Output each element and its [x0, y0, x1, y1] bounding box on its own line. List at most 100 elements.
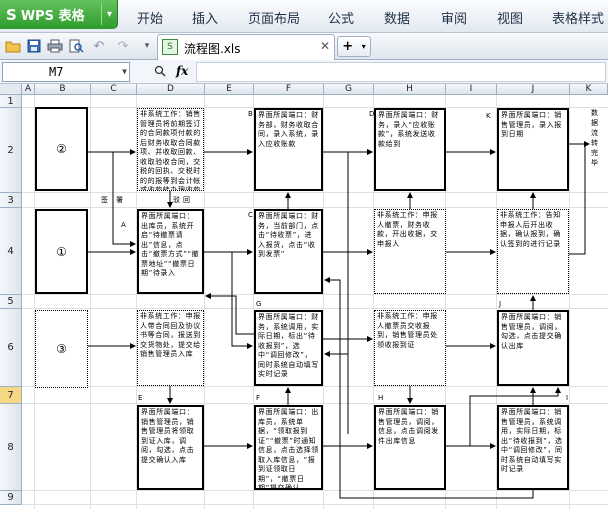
node-label-e: E: [138, 394, 143, 402]
menu-table-style[interactable]: 表格样式: [552, 8, 604, 27]
open-folder-icon[interactable]: [4, 37, 22, 55]
menu-formulas[interactable]: 公式: [328, 8, 354, 27]
reject-label: 回: [183, 196, 190, 204]
flow-box-j6[interactable]: 界面所属端口：销售管理员，调阅，勾选，点击提交确认出库: [497, 310, 569, 386]
document-title: 流程图.xls: [184, 42, 241, 56]
node-label-a: A: [121, 221, 126, 229]
chevron-down-icon[interactable]: ▾: [362, 42, 366, 51]
flow-end-text: 数据流转完毕: [591, 109, 599, 167]
gridline: [22, 504, 608, 505]
more-icon[interactable]: ▾: [138, 37, 156, 55]
menu-page-layout[interactable]: 页面布局: [248, 8, 300, 27]
gridline: [204, 95, 205, 509]
flow-box-h8[interactable]: 界面所属端口：销售管理员，调阅，信息，点击调阅发件出库信息: [374, 405, 446, 490]
gridline: [90, 95, 91, 509]
app-menu-button[interactable]: S WPS 表格 ▾: [0, 0, 118, 29]
flow-box-d4[interactable]: 界面所属端口：出库员，系统开启“待撤票请出”信息，点击“撤票方式”“撤票地址”“…: [137, 209, 204, 294]
flow-box-f6[interactable]: 界面所属端口：财务，系统调用，实际日期，标出“待收报到”，选中“调回修改”，同时…: [254, 310, 323, 386]
flow-box-j4[interactable]: 非系统工作：告知申报人后开出收据，确认报到，确认签到的进行记录: [497, 209, 569, 294]
node-label-d: D: [369, 110, 375, 118]
formula-input[interactable]: [196, 62, 606, 82]
column-header-b[interactable]: B: [35, 84, 91, 95]
redo-icon[interactable]: ↷: [114, 37, 132, 55]
flow-box-f2[interactable]: 界面所属端口：财务部，财务收取合同，录入系统，录入应收账款: [254, 108, 323, 191]
menu-review[interactable]: 审阅: [441, 8, 467, 27]
node-label-f: F: [256, 394, 261, 402]
gridline: [22, 386, 608, 387]
row-header-8[interactable]: 8: [0, 404, 22, 491]
node-label-k: K: [486, 112, 491, 120]
undo-icon[interactable]: ↶: [90, 37, 108, 55]
flow-box-d2[interactable]: 非系统工作：销售管理员将前期签订的合同款项付款的后财务收取合同款项、并收取回款、…: [137, 108, 204, 191]
save-icon[interactable]: [25, 37, 43, 55]
column-header-k[interactable]: K: [570, 84, 608, 95]
flow-box-h2[interactable]: 界面所属端口：财务，录入“应收账款”，系统发送收款给到: [374, 108, 446, 191]
node-label-j: J: [499, 300, 502, 308]
flow-box-d8[interactable]: 界面所属端口：销售管理员，销售管理员将领取到证入库，调阅，勾选，点击提交确认入库: [137, 405, 204, 490]
column-header-d[interactable]: D: [137, 84, 205, 95]
flow-box-h6[interactable]: 非系统工作：申报人撤票员交收报到，销售管理员处领收报到证: [374, 310, 446, 386]
spreadsheet-grid[interactable]: A B C D E F G H I J K 1 2 3 4 5 6 7 8 9 …: [0, 84, 608, 509]
flow-box-f8[interactable]: 界面所属端口：出库员，系统单据，“领取报到证”“撤票”时通知信息，点击选择领取入…: [254, 405, 323, 490]
column-header-j[interactable]: J: [497, 84, 570, 95]
document-tab[interactable]: S 流程图.xls ✕: [157, 34, 335, 60]
column-header-f[interactable]: F: [254, 84, 324, 95]
flow-box-j8[interactable]: 界面所属端口：销售管理员，系统调用，实际日期，标出“待收报到”，选中“调回修改”…: [497, 405, 569, 490]
row-header-1[interactable]: 1: [0, 95, 22, 108]
row-header-6[interactable]: 6: [0, 309, 22, 387]
gridline: [323, 95, 324, 509]
menu-insert[interactable]: 插入: [192, 8, 218, 27]
gridline: [22, 294, 608, 295]
flow-box-f4[interactable]: 界面所属端口：财务，当前部门，点击“待收票”，进入报货，点击“收到发票”: [254, 209, 323, 294]
gridline: [22, 192, 608, 193]
row-header-4[interactable]: 4: [0, 208, 22, 295]
chevron-down-icon[interactable]: ▼: [122, 63, 127, 81]
menu-view[interactable]: 视图: [497, 8, 523, 27]
cell-reference: M7: [49, 65, 64, 79]
role-box-3[interactable]: ③: [35, 310, 88, 388]
column-header-i[interactable]: I: [446, 84, 497, 95]
row-header-2[interactable]: 2: [0, 108, 22, 193]
row-header-7[interactable]: 7: [0, 387, 22, 404]
flow-box-h4[interactable]: 非系统工作：申报人撤票，财务收款，开出收据，交申报人: [374, 209, 446, 294]
gridline: [22, 490, 608, 491]
select-all-corner[interactable]: [0, 84, 22, 95]
column-header-e[interactable]: E: [205, 84, 254, 95]
role-box-2[interactable]: ②: [35, 107, 88, 191]
quick-access-toolbar: ↶ ↷ ▾ S 流程图.xls ✕ + ▾: [0, 33, 608, 60]
row-header-3[interactable]: 3: [0, 193, 22, 208]
role-box-1[interactable]: ①: [35, 209, 88, 294]
node-label-g: G: [256, 300, 262, 308]
new-tab-button[interactable]: + ▾: [337, 36, 371, 57]
node-label-c: C: [248, 211, 253, 219]
plus-icon: +: [342, 39, 354, 54]
column-header-g[interactable]: G: [324, 84, 374, 95]
menu-data[interactable]: 数据: [384, 8, 410, 27]
approve-label: 署: [116, 196, 123, 204]
node-label-h: H: [378, 394, 384, 402]
spreadsheet-file-icon: S: [162, 39, 178, 55]
gridline: [22, 207, 608, 208]
row-header-9[interactable]: 9: [0, 491, 22, 505]
column-header-h[interactable]: H: [374, 84, 446, 95]
formula-bar: M7 ▼ fx: [0, 60, 608, 84]
flow-box-d6[interactable]: 非系统工作：申报人带合同回及协议书等合同，报送到交货物处，提交给销售管理员入库: [137, 310, 204, 386]
row-header-5[interactable]: 5: [0, 295, 22, 309]
reject-label: 驳: [173, 196, 180, 204]
close-icon[interactable]: ✕: [320, 39, 330, 53]
name-box[interactable]: M7 ▼: [2, 62, 130, 82]
app-name: WPS 表格: [20, 9, 85, 24]
wps-logo-icon: S: [6, 5, 17, 24]
chevron-down-icon[interactable]: ▾: [101, 3, 117, 25]
flow-box-j2[interactable]: 界面所属端口：销售管理员，录入报到日期: [497, 108, 569, 191]
gridline: [569, 95, 570, 509]
print-preview-icon[interactable]: [67, 37, 85, 55]
column-header-c[interactable]: C: [91, 84, 137, 95]
column-header-a[interactable]: A: [22, 84, 35, 95]
gridline: [22, 308, 608, 309]
menu-bar: S WPS 表格 ▾ 开始 插入 页面布局 公式 数据 审阅 视图 表格样式: [0, 0, 608, 33]
function-icon[interactable]: fx: [176, 64, 188, 78]
zoom-icon[interactable]: [154, 65, 166, 80]
menu-home[interactable]: 开始: [137, 8, 163, 27]
print-icon[interactable]: [46, 37, 64, 55]
